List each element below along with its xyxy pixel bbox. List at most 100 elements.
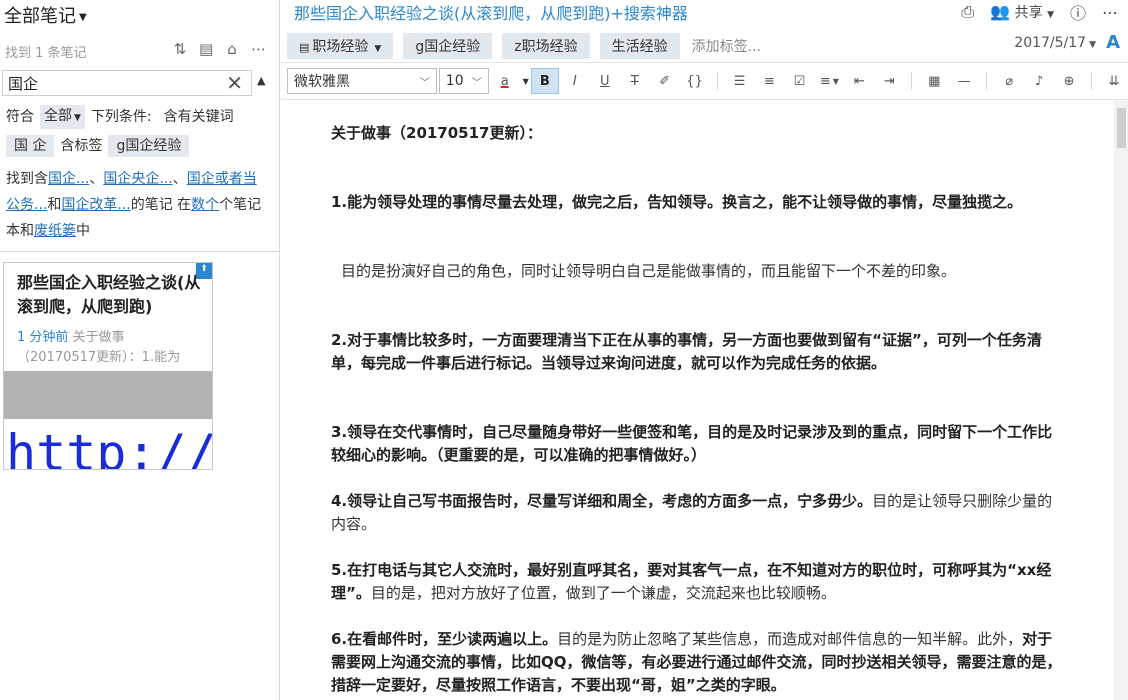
share-button[interactable]: 👥 共享 ▼: [990, 2, 1054, 22]
attachment-icon[interactable]: ⌀: [995, 68, 1023, 94]
more-icon[interactable]: ⋯: [251, 40, 266, 58]
match-dropdown[interactable]: 全部 ▼: [40, 105, 85, 129]
paragraph-4-bold: 4.领导让自己写书面报告时，尽量写详细和周全，考虑的方面多一点，宁多毋少。: [331, 492, 873, 510]
numbered-list-icon[interactable]: ≡: [756, 68, 784, 94]
paragraph-6: 6.在看邮件时，至少读两遍以上。目的是为防止忽略了某些信息，而造成对邮件信息的一…: [331, 628, 1066, 697]
note-card-snippet: 1 分钟前 关于做事（20170517更新）：1.能为: [17, 328, 203, 368]
search-box: ✕: [2, 70, 252, 96]
notebook-tag-label: 职场经验: [312, 39, 369, 55]
paragraph-6-text: 目的是为防止忽略了某些信息，而造成对邮件信息的一知半解。此外，: [557, 630, 1023, 648]
add-tag-input[interactable]: 添加标签...: [692, 36, 761, 56]
note-card[interactable]: ⬆ 那些国企入职经验之谈(从滚到爬，从爬到跑) 1 分钟前 关于做事（20170…: [3, 262, 213, 470]
font-size-select[interactable]: 10 ﹀: [438, 68, 489, 94]
found-summary: 找到含国企...、国企央企...、国企或者当公务...和国企改革...的笔记 在…: [6, 166, 268, 244]
font-family-value: 微软雅黑: [294, 74, 350, 90]
paragraph-2: 2.对于事情比较多时，一方面要理清当下正在从事的事情，另一方面也要做到留有“证据…: [331, 331, 1042, 372]
info-icon[interactable]: ⓘ: [1070, 0, 1086, 24]
divider: [986, 72, 988, 90]
divider: [1091, 72, 1093, 90]
audio-icon[interactable]: ♪: [1025, 68, 1053, 94]
bold-button[interactable]: B: [530, 68, 559, 94]
font-family-select[interactable]: 微软雅黑 ﹀: [287, 68, 437, 94]
chevron-down-icon: ▼: [74, 113, 81, 123]
paragraph-1-note: 目的是扮演好自己的角色，同时让领导明白自己是能做事情的，而且能留下一个不差的印象…: [341, 262, 957, 280]
underline-button[interactable]: U: [591, 68, 619, 94]
tag-item[interactable]: z职场经验: [502, 33, 590, 59]
align-icon[interactable]: ≡ ▼: [815, 68, 843, 94]
code-button[interactable]: {}: [681, 68, 709, 94]
checklist-icon[interactable]: ☑: [785, 68, 813, 94]
chevron-down-icon: ▼: [79, 11, 87, 23]
format-toolbar: 微软雅黑 ﹀ 10 ﹀ a ▼ B I U T ✐ {} ☰ ≡ ☑ ≡ ▼ ⇤ ⇥ …: [281, 62, 1128, 100]
font-size-value: 10: [445, 73, 464, 89]
notebook-icon: ▤: [299, 41, 310, 54]
note-date[interactable]: 2017/5/17 ▼: [1014, 35, 1096, 51]
tag-chip[interactable]: g国企经验: [108, 135, 190, 157]
indent-icon[interactable]: ⇥: [875, 68, 903, 94]
chevron-down-icon: ▼: [374, 44, 382, 54]
chevron-down-icon: ▼: [1089, 40, 1096, 50]
result-count: 找到 1 条笔记: [5, 46, 87, 61]
collapse-filter-icon[interactable]: ▲: [257, 74, 265, 87]
expand-toolbar-icon[interactable]: ⇊: [1100, 68, 1128, 94]
list-tools: ⇅ ▤ ⌂ ⋯: [173, 40, 266, 58]
separator: 、: [172, 171, 187, 187]
notebooks-link[interactable]: 数个: [191, 197, 219, 213]
tag-bar: ▤ 职场经验 ▼ g国企经验 z职场经验 生活经验 添加标签...: [287, 33, 761, 59]
lock-icon[interactable]: ⌂: [225, 40, 239, 58]
scrollbar[interactable]: [1114, 101, 1128, 700]
divider: [911, 72, 913, 90]
sort-icon[interactable]: ⇅: [173, 40, 187, 58]
italic-button[interactable]: I: [561, 68, 589, 94]
separator: 和: [47, 197, 62, 213]
people-icon: 👥: [990, 2, 1011, 21]
horizontal-rule-icon[interactable]: —: [950, 68, 978, 94]
handwriting-icon[interactable]: ⊕: [1055, 68, 1083, 94]
presentation-icon[interactable]: ⎙: [961, 2, 974, 22]
note-card-title: 那些国企入职经验之谈(从滚到爬，从爬到跑): [17, 273, 201, 316]
found-link[interactable]: 国企央企...: [103, 171, 172, 187]
paragraph-5: 5.在打电话与其它人交流时，最好别直呼其名，要对其客气一点，在不知道对方的职位时…: [331, 559, 1066, 605]
tag-item[interactable]: 生活经验: [599, 33, 680, 59]
found-text: 的笔记 在: [130, 197, 192, 213]
notebook-title: 全部笔记: [4, 6, 76, 27]
keyword-label: 含有关键词: [163, 109, 234, 125]
found-link[interactable]: 国企...: [48, 171, 89, 187]
note-title[interactable]: 那些国企入职经验之谈(从滚到爬，从爬到跑)+搜索神器: [294, 0, 688, 24]
note-list-panel: 全部笔记▼ 找到 1 条笔记 ⇅ ▤ ⌂ ⋯ ✕ ▲ 符合 全部▼ 下列条件: …: [0, 0, 280, 700]
paragraph-1: 1.能为领导处理的事情尽量去处理，做完之后，告知领导。换言之，能不让领导做的事情…: [331, 193, 1023, 211]
strikethrough-button[interactable]: T: [621, 68, 649, 94]
more-icon[interactable]: ⋯: [1102, 3, 1118, 22]
thumbnail-text: http://: [6, 424, 213, 470]
keyword-chip[interactable]: 国 企: [6, 135, 55, 157]
font-color-button[interactable]: a: [491, 68, 519, 94]
chevron-down-icon: ▼: [832, 76, 839, 86]
found-link[interactable]: 国企改革...: [61, 197, 130, 213]
trash-link[interactable]: 废纸篓: [34, 223, 76, 239]
date-value: 2017/5/17: [1014, 35, 1087, 51]
found-prefix: 找到含: [6, 171, 48, 187]
table-icon[interactable]: ▦: [920, 68, 948, 94]
chevron-down-icon: ▼: [1047, 10, 1054, 20]
note-card-thumbnail: http://: [4, 371, 213, 470]
search-input[interactable]: [3, 71, 213, 95]
paragraph-4: 4.领导让自己写书面报告时，尽量写详细和周全，考虑的方面多一点，宁多毋少。目的是…: [331, 490, 1066, 536]
note-actions: ⎙ 👥 共享 ▼ ⓘ ⋯: [961, 0, 1118, 24]
clear-search-icon[interactable]: ✕: [226, 72, 243, 94]
editor-panel: 那些国企入职经验之谈(从滚到爬，从爬到跑)+搜索神器 ⎙ 👥 共享 ▼ ⓘ ⋯ …: [281, 0, 1128, 700]
paragraph-6-bold: 6.在看邮件时，至少读两遍以上。: [331, 630, 558, 648]
scrollbar-thumb[interactable]: [1117, 108, 1126, 148]
paragraph-5-text: 目的是，把对方放好了位置，做到了一个谦虚，交流起来也比较顺畅。: [370, 584, 836, 602]
notebook-tag[interactable]: ▤ 职场经验 ▼: [287, 33, 394, 59]
chevron-down-icon[interactable]: ▼: [523, 77, 529, 86]
eraser-icon[interactable]: ✐: [651, 68, 679, 94]
view-icon[interactable]: ▤: [199, 40, 213, 58]
notebook-selector[interactable]: 全部笔记 ▼: [4, 2, 87, 28]
match-label: 符合: [6, 109, 34, 125]
tag-item[interactable]: g国企经验: [403, 33, 493, 59]
thumbnail-paper: http://: [4, 419, 213, 470]
font-size-button[interactable]: A: [1106, 32, 1120, 53]
paragraph-3: 3.领导在交代事情时，自己尽量随身带好一些便签和笔，目的是及时记录涉及到的重点，…: [331, 423, 1053, 464]
bullet-list-icon[interactable]: ☰: [726, 68, 754, 94]
outdent-icon[interactable]: ⇤: [845, 68, 873, 94]
